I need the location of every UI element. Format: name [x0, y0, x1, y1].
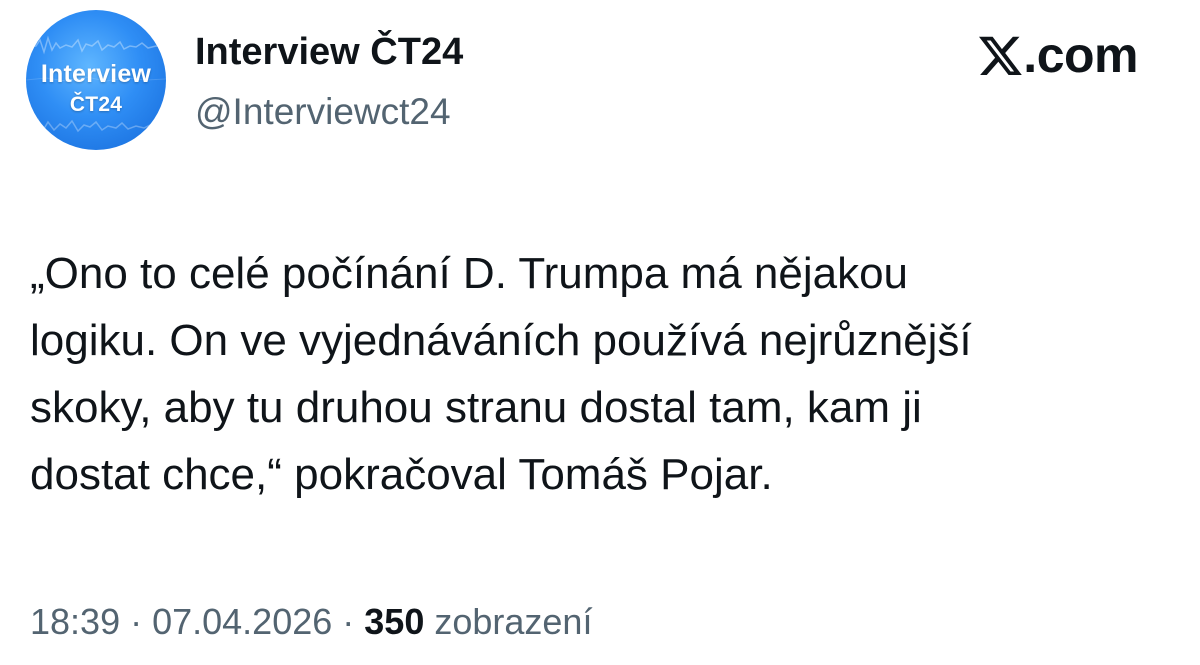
tweet-date[interactable]: 07.04.2026: [152, 601, 332, 642]
views-count: 350: [364, 601, 425, 642]
views-label: zobrazení: [424, 601, 593, 642]
author-handle[interactable]: @Interviewct24: [195, 90, 451, 134]
profile-avatar[interactable]: Interview ČT24: [26, 10, 166, 150]
x-logo-icon: [979, 36, 1023, 75]
avatar-label-line2: ČT24: [69, 93, 123, 116]
tweet-time[interactable]: 18:39: [30, 601, 120, 642]
x-com-logo[interactable]: .com: [979, 30, 1138, 80]
tweet-meta: 18:39 · 07.04.2026 · 350 zobrazení: [30, 596, 592, 648]
avatar-label-line1: Interview: [40, 60, 152, 88]
meta-separator: ·: [120, 601, 153, 642]
author-display-name[interactable]: Interview ČT24: [195, 30, 463, 74]
tweet-text: „Ono to celé počínání D. Trumpa má nějak…: [30, 249, 972, 499]
tweet-card: Interview ČT24 Interview ČT24 @Interview…: [0, 0, 1200, 665]
x-logo-suffix: .com: [1023, 27, 1138, 83]
meta-separator: ·: [332, 601, 365, 642]
